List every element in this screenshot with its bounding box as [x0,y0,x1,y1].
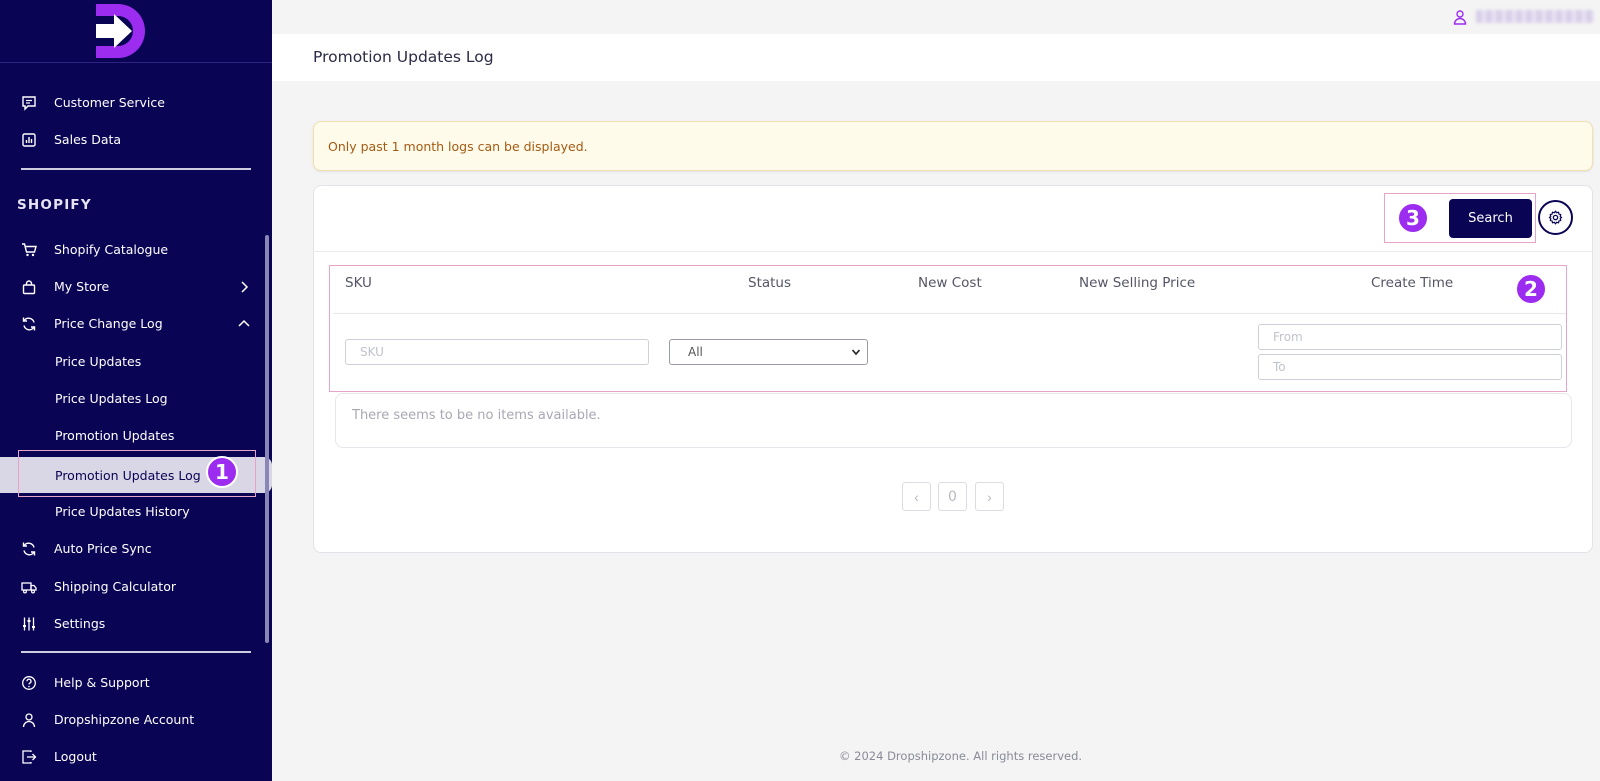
account-username-blurred[interactable] [1476,10,1594,23]
sidebar-item-settings[interactable]: Settings [0,606,272,642]
sidebar-item-label: Price Updates History [55,504,190,519]
truck-icon [21,582,37,594]
chevron-up-icon [238,319,250,327]
sliders-icon [23,617,35,631]
empty-message: There seems to be no items available. [352,408,601,423]
sidebar-item-label: Promotion Updates [55,428,175,443]
sidebar-item-label: Price Updates [55,354,142,369]
annotation-badge-3: 3 [1397,202,1429,234]
sidebar-item-shipping-calculator[interactable]: Shipping Calculator [0,569,272,605]
sidebar-item-price-updates-log[interactable]: Price Updates Log [0,381,272,417]
sidebar-item-shopify-catalogue[interactable]: Shopify Catalogue [0,232,272,268]
refresh-icon [22,317,36,331]
card-divider [313,251,1593,252]
sidebar-item-price-change-log[interactable]: Price Change Log [0,306,272,342]
chevron-right-icon [241,281,249,293]
empty-state: There seems to be no items available. [335,393,1572,448]
user-icon [22,713,36,728]
annotation-box-2 [329,265,1567,392]
sidebar-item-label: Price Change Log [54,316,163,331]
help-icon [22,676,36,690]
bag-icon [22,280,36,295]
sidebar-item-label: Customer Service [54,95,165,110]
sidebar: Customer Service Sales Data SHOPIFY Shop… [0,0,272,781]
sidebar-item-dropshipzone-account[interactable]: Dropshipzone Account [0,702,272,738]
sidebar-item-help-support[interactable]: Help & Support [0,665,272,701]
chart-icon [22,133,36,147]
sidebar-item-label: Settings [54,616,106,631]
page-title: Promotion Updates Log [313,48,494,66]
annotation-badge-1: 1 [206,456,238,488]
sidebar-item-label: Logout [54,749,97,764]
sidebar-item-promotion-updates[interactable]: Promotion Updates [0,418,272,454]
sidebar-scrollbar[interactable] [265,235,269,643]
gear-icon [1548,210,1563,225]
sidebar-item-label: My Store [54,279,110,294]
column-settings-button[interactable] [1538,200,1573,235]
pagination-prev-button[interactable]: ‹ [902,482,931,511]
annotation-badge-2: 2 [1515,273,1547,305]
sidebar-item-customer-service[interactable]: Customer Service [0,85,272,121]
pagination-current-page: 0 [938,482,967,511]
sidebar-item-label: Sales Data [54,132,122,147]
sidebar-item-label: Help & Support [54,675,150,690]
footer-copyright: © 2024 Dropshipzone. All rights reserved… [839,749,1083,763]
refresh-icon [22,542,36,556]
sidebar-item-label: Price Updates Log [55,391,168,406]
account-user-icon[interactable] [1452,9,1468,25]
sidebar-item-price-updates-history[interactable]: Price Updates History [0,494,272,530]
sidebar-item-sales-data[interactable]: Sales Data [0,122,272,158]
logo-divider [0,62,272,63]
logout-icon [22,750,37,764]
sidebar-item-price-updates[interactable]: Price Updates [0,344,272,380]
sidebar-divider [21,168,251,170]
sidebar-item-label: Auto Price Sync [54,541,152,556]
sidebar-divider [21,651,251,653]
cart-icon [22,243,37,257]
dropshipzone-logo[interactable] [92,2,152,60]
alert-message: Only past 1 month logs can be displayed. [328,139,588,154]
sidebar-item-auto-price-sync[interactable]: Auto Price Sync [0,531,272,567]
sidebar-item-label: Shopify Catalogue [54,242,169,257]
top-header [272,0,1600,34]
sidebar-section-title: SHOPIFY [17,197,92,213]
pagination-next-button[interactable]: › [975,482,1004,511]
chat-icon [22,96,36,111]
sidebar-item-my-store[interactable]: My Store [0,269,272,305]
sidebar-item-logout[interactable]: Logout [0,739,272,775]
info-alert: Only past 1 month logs can be displayed. [313,121,1593,171]
sidebar-item-label: Shipping Calculator [54,579,176,594]
sidebar-item-label: Dropshipzone Account [54,712,195,727]
